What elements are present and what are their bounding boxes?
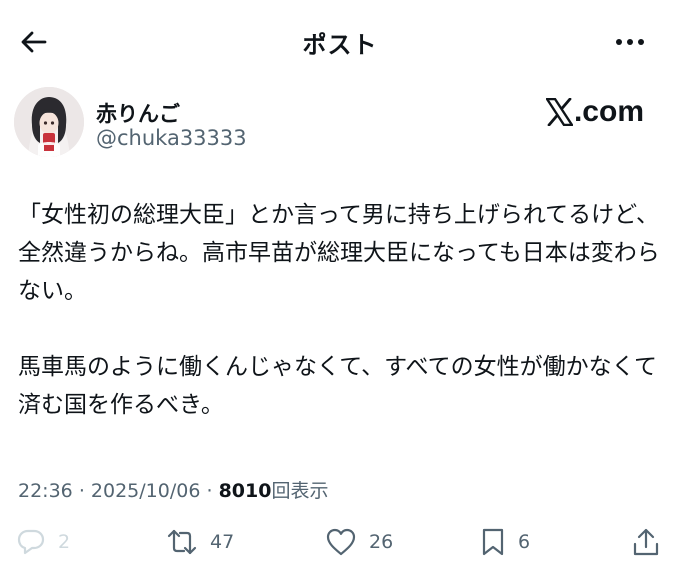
post-body: 「女性初の総理大臣」とか言って男に持ち上げられてるけど、全然違うからね。高市早苗… bbox=[18, 196, 664, 424]
author-block: 赤りんご @chuka33333 .com bbox=[0, 82, 680, 162]
views-label: 回表示 bbox=[271, 480, 329, 502]
reply-button[interactable]: 2 bbox=[16, 520, 70, 564]
action-bar: 2 47 26 6 bbox=[0, 520, 680, 564]
watermark-text: .com bbox=[573, 95, 644, 128]
reply-icon bbox=[17, 529, 45, 555]
views-count[interactable]: 8010 bbox=[219, 480, 272, 502]
avatar[interactable] bbox=[14, 87, 84, 157]
more-options-button[interactable] bbox=[610, 22, 650, 62]
like-button[interactable]: 26 bbox=[325, 520, 393, 564]
user-handle[interactable]: @chuka33333 bbox=[96, 126, 247, 150]
x-com-watermark: .com bbox=[545, 94, 644, 130]
bookmark-button[interactable]: 6 bbox=[480, 520, 530, 564]
meta-separator: · bbox=[206, 480, 213, 502]
heart-icon bbox=[326, 528, 356, 556]
top-bar: ポスト bbox=[0, 0, 680, 82]
avatar-image bbox=[14, 87, 84, 157]
share-button[interactable] bbox=[632, 520, 660, 564]
like-count: 26 bbox=[369, 531, 394, 553]
post-paragraph: 馬車馬のように働くんじゃなくて、すべての女性が働かなくて済む国を作るべき。 bbox=[18, 354, 657, 418]
post-paragraph: 「女性初の総理大臣」とか言って男に持ち上げられてるけど、全然違うからね。高市早苗… bbox=[18, 202, 660, 304]
bookmark-icon bbox=[482, 528, 504, 556]
bookmark-count: 6 bbox=[518, 531, 531, 553]
post-time: 22:36 bbox=[18, 480, 73, 502]
display-name[interactable]: 赤りんご bbox=[96, 98, 180, 128]
repost-count: 47 bbox=[210, 531, 235, 553]
post-date: 2025/10/06 bbox=[90, 480, 201, 502]
more-horizontal-icon bbox=[616, 39, 644, 45]
repost-icon bbox=[167, 529, 197, 555]
reply-count: 2 bbox=[58, 531, 71, 553]
meta-separator: · bbox=[78, 480, 85, 502]
page-title: ポスト bbox=[302, 31, 378, 59]
repost-button[interactable]: 47 bbox=[166, 520, 234, 564]
share-icon bbox=[633, 528, 659, 556]
x-logo-icon bbox=[545, 98, 573, 126]
post-meta: 22:36 · 2025/10/06 · 8010回表示 bbox=[18, 476, 328, 503]
